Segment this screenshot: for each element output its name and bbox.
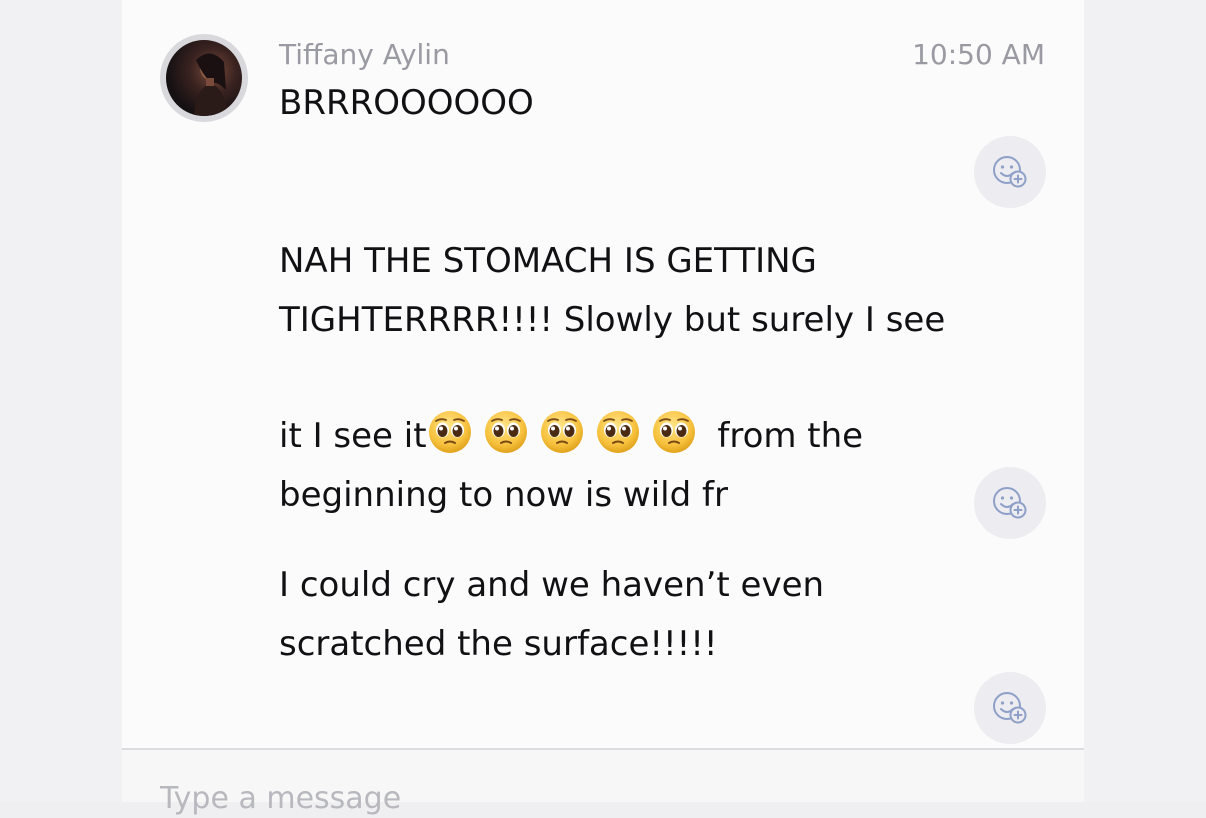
add-reaction-icon (993, 156, 1027, 188)
message-timestamp: 10:50 AM (912, 38, 1045, 71)
avatar-photo (166, 40, 242, 116)
emoji-group (427, 411, 707, 456)
add-reaction-icon (993, 692, 1027, 724)
avatar[interactable] (160, 34, 248, 122)
pleading-face-emoji-icon (595, 350, 641, 453)
pleading-face-emoji-icon (483, 350, 529, 453)
pleading-face-emoji-icon (651, 350, 697, 453)
add-reaction-button[interactable] (974, 136, 1046, 208)
message-input[interactable] (160, 778, 1020, 818)
pleading-face-emoji-icon (539, 350, 585, 453)
add-reaction-button[interactable] (974, 467, 1046, 539)
message-text: BRRROOOOOO (279, 83, 534, 123)
message-text: I could cry and we haven’t even scratche… (279, 565, 825, 664)
pleading-face-emoji-icon (427, 350, 473, 453)
sender-name: Tiffany Aylin (279, 38, 450, 71)
message-text: NAH THE STOMACH IS GETTING TIGHTERRRR!!!… (279, 232, 1039, 525)
add-reaction-icon (993, 487, 1027, 519)
add-reaction-button[interactable] (974, 672, 1046, 744)
